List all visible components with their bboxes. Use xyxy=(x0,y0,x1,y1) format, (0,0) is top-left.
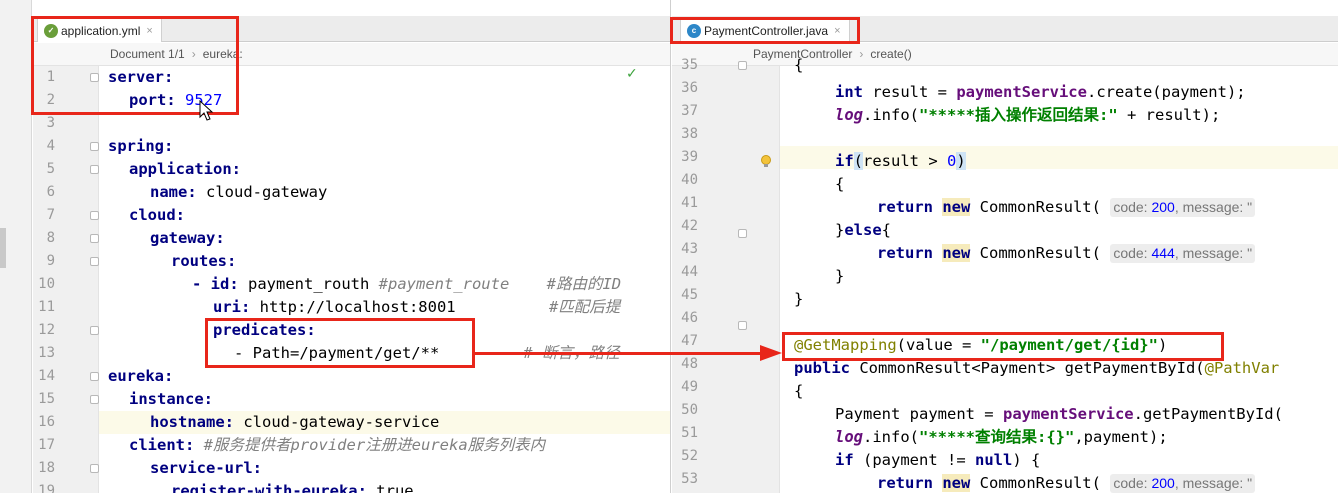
line-number: 47 xyxy=(681,333,698,349)
yaml-line-5: application: xyxy=(129,160,241,178)
line-number: 18 xyxy=(38,460,55,476)
line-number: 12 xyxy=(38,322,55,338)
code-line-42: }else{ xyxy=(835,221,892,239)
fold-icon[interactable] xyxy=(90,234,99,243)
top-spacer xyxy=(672,0,1338,16)
line-number: 6 xyxy=(46,184,55,200)
line-number: 50 xyxy=(681,402,698,418)
line-number: 48 xyxy=(681,356,698,372)
line-number: 4 xyxy=(46,138,55,154)
code-line-35: { xyxy=(794,56,804,74)
yaml-line-10: - id: payment_routh #payment_route #路由的I… xyxy=(192,275,622,293)
breadcrumb-item[interactable]: create() xyxy=(870,47,911,61)
line-number: 9 xyxy=(46,253,55,269)
line-number: 37 xyxy=(681,103,698,119)
code-line-37: log.info("*****插入操作返回结果:" + result); xyxy=(835,106,1221,124)
line-number: 14 xyxy=(38,368,55,384)
lightbulb-icon[interactable] xyxy=(760,154,772,168)
line-number: 42 xyxy=(681,218,698,234)
yaml-line-19: register-with-eureka: true xyxy=(171,482,414,493)
code-line-52: if (payment != null) { xyxy=(835,451,1041,469)
line-number: 52 xyxy=(681,448,698,464)
code-line-36: int result = paymentService.create(payme… xyxy=(835,83,1246,101)
line-number: 7 xyxy=(46,207,55,223)
yaml-line-11: uri: http://localhost:8001 #匹配后提 xyxy=(213,298,621,316)
annotation-arrow-line xyxy=(475,352,770,355)
line-number: 10 xyxy=(38,276,55,292)
parameter-hint: code: 200, message: " xyxy=(1110,474,1256,493)
code-line-39: if(result > 0) xyxy=(835,152,966,170)
yaml-line-6: name: cloud-gateway xyxy=(150,183,328,201)
code-line-51: log.info("*****查询结果:{}",payment); xyxy=(835,428,1168,446)
yaml-line-9: routes: xyxy=(171,252,237,270)
tool-strip-handle[interactable] xyxy=(0,228,6,268)
annotation-arrow-head xyxy=(760,345,782,361)
line-number: 11 xyxy=(38,299,55,315)
line-number: 40 xyxy=(681,172,698,188)
code-line-40: { xyxy=(835,175,845,193)
java-editor-pane: c PaymentController.java × PaymentContro… xyxy=(672,0,1338,493)
line-number: 36 xyxy=(681,80,698,96)
mouse-pointer-icon xyxy=(199,100,214,121)
line-number: 39 xyxy=(681,149,698,165)
fold-icon[interactable] xyxy=(90,372,99,381)
line-number: 49 xyxy=(681,379,698,395)
breadcrumb: PaymentController › create() xyxy=(672,43,1338,66)
line-number: 19 xyxy=(38,483,55,493)
line-number: 46 xyxy=(681,310,698,326)
fold-icon[interactable] xyxy=(90,464,99,473)
code-line-45: } xyxy=(794,290,804,308)
yaml-line-18: service-url: xyxy=(150,459,262,477)
code-line-44: } xyxy=(835,267,845,285)
code-line-41: return new CommonResult( code: 200, mess… xyxy=(877,196,1256,219)
fold-icon[interactable] xyxy=(90,326,99,335)
left-tool-strip xyxy=(0,0,32,493)
code-line-50: Payment payment = paymentService.getPaym… xyxy=(835,405,1283,423)
code-line-53: return new CommonResult( code: 200, mess… xyxy=(877,472,1256,493)
yaml-line-16: hostname: cloud-gateway-service xyxy=(150,413,440,431)
line-number: 44 xyxy=(681,264,698,280)
line-number: 51 xyxy=(681,425,698,441)
line-number: 38 xyxy=(681,126,698,142)
fold-icon[interactable] xyxy=(738,321,747,330)
line-number: 5 xyxy=(46,161,55,177)
fold-icon[interactable] xyxy=(90,257,99,266)
fold-icon[interactable] xyxy=(90,211,99,220)
line-number: 35 xyxy=(681,57,698,73)
fold-icon[interactable] xyxy=(738,61,747,70)
yaml-line-7: cloud: xyxy=(129,206,185,224)
parameter-hint: code: 200, message: " xyxy=(1110,198,1256,217)
line-number: 15 xyxy=(38,391,55,407)
line-number: 43 xyxy=(681,241,698,257)
code-line-49: { xyxy=(794,382,804,400)
annotation-box-getmapping xyxy=(782,332,1224,361)
inspection-ok-icon: ✓ xyxy=(626,66,638,82)
line-number: 17 xyxy=(38,437,55,453)
line-number: 53 xyxy=(681,471,698,487)
yaml-line-4: spring: xyxy=(108,137,174,155)
line-number: 8 xyxy=(46,230,55,246)
line-number: 41 xyxy=(681,195,698,211)
yaml-line-8: gateway: xyxy=(150,229,225,247)
annotation-box-java-tab xyxy=(670,17,860,44)
line-number: 45 xyxy=(681,287,698,303)
chevron-right-icon: › xyxy=(859,47,864,61)
yaml-code-area[interactable]: server: port: 9527 spring: application: name… xyxy=(99,66,670,493)
line-number: 16 xyxy=(38,414,55,430)
line-number: 13 xyxy=(38,345,55,361)
line-number: 3 xyxy=(46,115,55,131)
fold-icon[interactable] xyxy=(738,229,747,238)
fold-icon[interactable] xyxy=(90,165,99,174)
annotation-box-predicates xyxy=(205,318,475,368)
fold-icon[interactable] xyxy=(90,142,99,151)
yaml-line-15: instance: xyxy=(129,390,213,408)
top-spacer xyxy=(33,0,670,16)
fold-icon[interactable] xyxy=(90,395,99,404)
yaml-line-14: eureka: xyxy=(108,367,174,385)
yaml-line-17: client: #服务提供者provider注册进eureka服务列表内 xyxy=(129,436,546,454)
parameter-hint: code: 444, message: " xyxy=(1110,244,1256,263)
java-code-area[interactable]: { int result = paymentService.create(pay… xyxy=(672,56,1338,493)
code-line-43: return new CommonResult( code: 444, mess… xyxy=(877,242,1256,265)
